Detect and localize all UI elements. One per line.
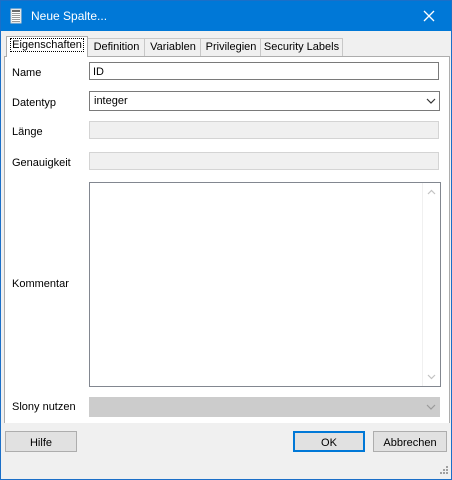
tab-eigenschaften[interactable]: Eigenschaften <box>6 36 88 57</box>
tab-privilegien[interactable]: Privilegien <box>200 38 262 56</box>
tab-label: Eigenschaften <box>10 38 84 52</box>
close-icon <box>423 10 435 22</box>
name-label: Name <box>12 67 42 79</box>
vertical-scrollbar[interactable] <box>422 183 440 386</box>
window-title: Neue Spalte... <box>31 9 108 23</box>
slony-label: Slony nutzen <box>12 401 76 413</box>
tab-label: Definition <box>93 41 140 53</box>
title-bar: Neue Spalte... <box>1 1 451 31</box>
genauigkeit-field <box>89 152 439 170</box>
help-button[interactable]: Hilfe <box>5 431 77 452</box>
cancel-button[interactable]: Abbrechen <box>373 431 447 452</box>
slony-select <box>89 397 440 417</box>
datentyp-label: Datentyp <box>12 97 57 109</box>
dialog-window: Neue Spalte... Eigenschaften Definition … <box>0 0 452 480</box>
tab-label: Privilegien <box>205 41 257 53</box>
datentyp-select[interactable]: integer <box>89 91 440 111</box>
kommentar-textarea[interactable] <box>89 182 441 387</box>
laenge-label: Länge <box>12 126 43 138</box>
tab-label: Variablen <box>150 41 196 53</box>
genauigkeit-label: Genauigkeit <box>12 157 71 169</box>
resize-grip-icon[interactable] <box>437 465 449 477</box>
tab-definition[interactable]: Definition <box>87 38 146 56</box>
button-bar: Hilfe OK Abbrechen <box>1 423 451 479</box>
datentyp-value: integer <box>94 95 128 107</box>
column-icon <box>10 8 22 24</box>
kommentar-label: Kommentar <box>12 278 69 290</box>
chevron-down-icon <box>426 404 436 410</box>
properties-panel: Name ID Datentyp integer Länge Genauigke… <box>4 56 450 424</box>
chevron-down-icon[interactable] <box>427 372 436 381</box>
tab-variablen[interactable]: Variablen <box>144 38 202 56</box>
laenge-field <box>89 121 439 139</box>
chevron-up-icon[interactable] <box>427 188 436 197</box>
ok-button[interactable]: OK <box>293 431 365 452</box>
tab-security-labels[interactable]: Security Labels <box>260 38 343 56</box>
chevron-down-icon <box>426 98 436 104</box>
name-field[interactable]: ID <box>89 62 439 80</box>
close-button[interactable] <box>407 1 451 31</box>
tab-label: Security Labels <box>263 41 340 53</box>
